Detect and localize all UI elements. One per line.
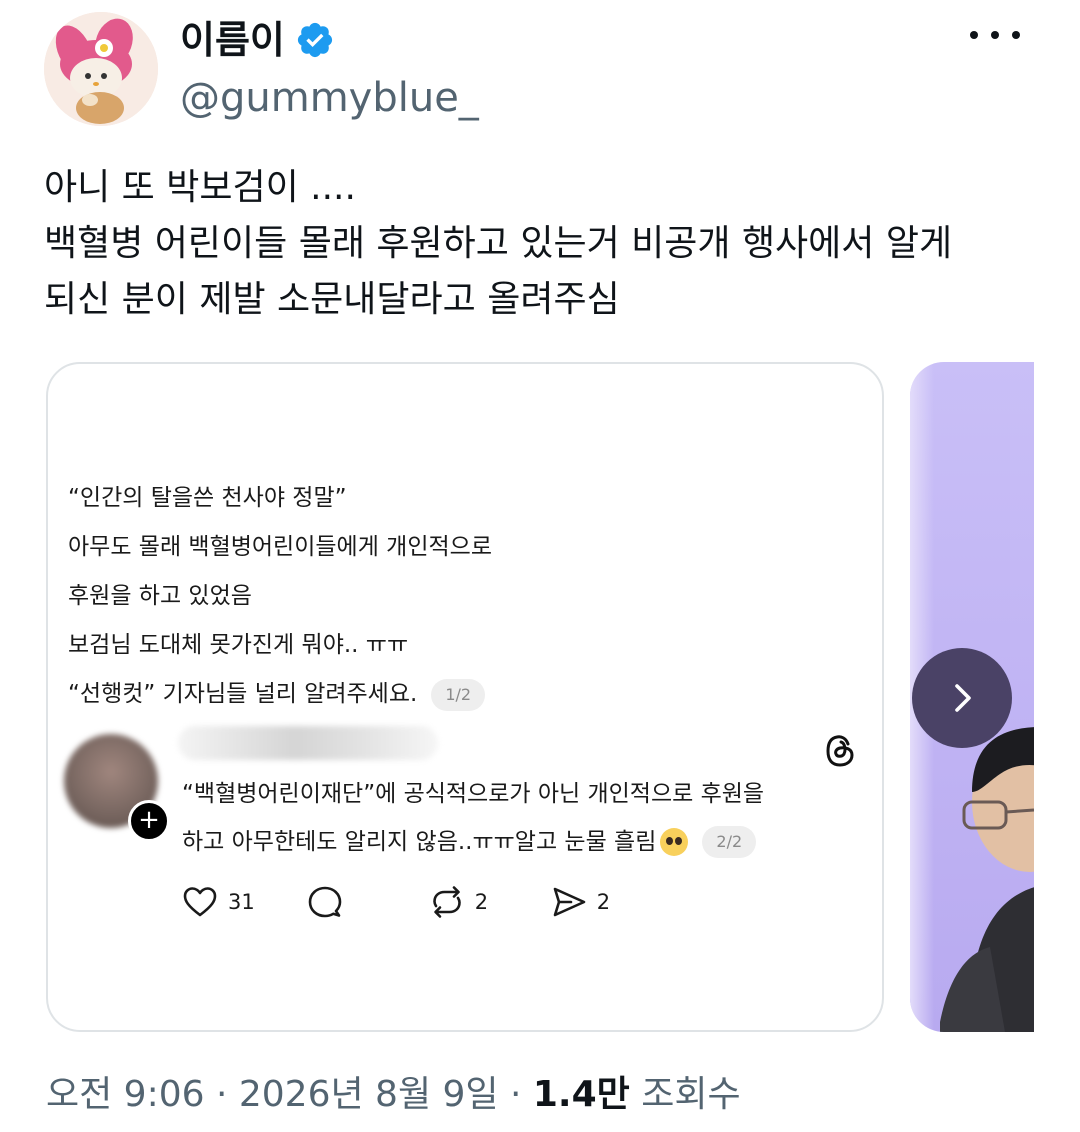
repost-action: 2 [427, 882, 499, 922]
like-count: 31 [228, 890, 255, 914]
blurred-username [178, 726, 438, 760]
views-label: 조회수 [629, 1074, 741, 1115]
page-indicator-pill: 2/2 [702, 826, 757, 858]
more-dot [1012, 31, 1020, 39]
viewport-edge [1034, 340, 1080, 1060]
reply-line-last: 하고 아무한테도 알리지 않음..ㅠㅠ알고 눈물 흘림 2/2 [182, 818, 764, 866]
media-image-1[interactable]: “인간의 탈을쓴 천사야 정말” 아무도 몰래 백혈병어린이들에게 개인적으로 … [46, 362, 884, 1032]
like-action: 31 [180, 882, 255, 922]
views-count: 1.4만 [532, 1074, 630, 1115]
share-count: 2 [596, 890, 611, 914]
author-handle[interactable]: @gummyblue_ [180, 74, 479, 122]
repost-icon [432, 886, 461, 918]
author-name-row[interactable]: 이름이 [180, 16, 335, 64]
reply-line-text: 하고 아무한테도 알리지 않음..ㅠㅠ알고 눈물 흘림 [182, 829, 657, 855]
post-line-text: “선행컷” 기자님들 널리 알려주세요. [68, 681, 418, 707]
more-dot [991, 31, 999, 39]
share-action: 2 [549, 882, 621, 922]
verified-badge-icon [297, 22, 332, 58]
post-line: “인간의 탈을쓴 천사야 정말” [68, 485, 347, 511]
more-dots-icon[interactable] [970, 22, 1020, 48]
follow-plus-icon: + [128, 800, 170, 842]
tweet-detail: 이름이 @gummyblue_ 아니 또 박보검이 .... 백혈병 어린이들 … [0, 0, 1080, 1132]
threads-post-text: “인간의 탈을쓴 천사야 정말” 아무도 몰래 백혈병어린이들에게 개인적으로 … [68, 474, 492, 719]
reply-line: “백혈병어린이재단”에 공식적으로가 아닌 개인적으로 후원을 [182, 781, 765, 807]
pleading-face-emoji-icon [660, 828, 689, 856]
post-line: 아무도 몰래 백혈병어린이들에게 개인적으로 [68, 534, 492, 560]
tweet-meta: 오전 9:06 · 2026년 8월 9일 · 1.4만 조회수 [46, 1070, 741, 1120]
carousel-next-button[interactable] [912, 648, 1012, 748]
author-display-name[interactable]: 이름이 [180, 16, 285, 64]
repost-count: 2 [474, 890, 489, 914]
tweet-text: 아니 또 박보검이 .... 백혈병 어린이들 몰래 후원하고 있는거 비공개 … [44, 160, 1044, 328]
threads-action-bar: 31 2 2 [180, 882, 671, 922]
post-line: 보검님 도대체 못가진게 뭐야.. ㅠㅠ [68, 632, 409, 658]
share-icon [553, 887, 586, 917]
post-line-last: “선행컷” 기자님들 널리 알려주세요. 1/2 [68, 670, 492, 719]
heart-icon [183, 887, 217, 917]
author-avatar[interactable] [44, 12, 158, 126]
post-line: 후원을 하고 있었음 [68, 583, 252, 609]
my-melody-avatar-icon [44, 12, 158, 126]
more-dot [970, 31, 978, 39]
tweet-timestamp[interactable]: 오전 9:06 · 2026년 8월 9일 · [46, 1074, 533, 1115]
threads-reply-text: “백혈병어린이재단”에 공식적으로가 아닌 개인적으로 후원을 하고 아무한테도… [182, 770, 764, 866]
comment-icon [308, 886, 342, 918]
threads-logo-icon [826, 735, 854, 767]
tweet-text-line: 되신 분이 제발 소문내달라고 올려주심 [44, 279, 620, 320]
tweet-text-line: 백혈병 어린이들 몰래 후원하고 있는거 비공개 행사에서 알게 [44, 223, 953, 264]
tweet-text-line: 아니 또 박보검이 .... [44, 167, 356, 208]
page-indicator-pill: 1/2 [431, 678, 486, 711]
chevron-right-icon [955, 684, 971, 712]
comment-action [305, 882, 377, 922]
